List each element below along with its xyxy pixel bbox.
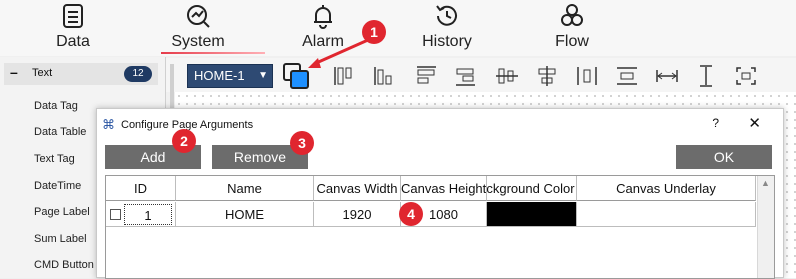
same-height-button[interactable] [693, 64, 719, 88]
dialog-titlebar: ⌘ Configure Page Arguments ? ✕ [97, 109, 783, 141]
align-right-button[interactable] [453, 64, 479, 88]
close-button[interactable]: ✕ [748, 114, 761, 132]
same-height-icon [700, 65, 712, 87]
page-arguments-table: ID Name Canvas Width Canvas Height Backg… [105, 175, 775, 279]
chevron-down-icon: ▼ [258, 70, 268, 81]
scroll-up-icon[interactable]: ▲ [761, 178, 770, 188]
tab-label: Data [56, 33, 90, 50]
tab-label: System [171, 33, 225, 50]
callout-4: 4 [399, 202, 423, 226]
callout-2: 2 [172, 129, 196, 153]
callout-1: 1 [362, 20, 386, 44]
help-button[interactable]: ? [712, 116, 719, 130]
row-checkbox[interactable] [110, 209, 121, 220]
bell-icon [314, 5, 332, 29]
same-size-button[interactable] [733, 64, 759, 88]
configure-page-dialog: ⌘ Configure Page Arguments ? ✕ Add Remov… [96, 108, 784, 279]
row-id-cell[interactable]: 1 [106, 202, 176, 227]
page-select[interactable]: HOME-1 ▼ [187, 64, 273, 88]
align-center-h-icon [538, 66, 556, 86]
distribute-v-icon [617, 67, 637, 85]
callout-arrow [308, 38, 369, 68]
callout-3: 3 [290, 131, 314, 155]
sidebar-item-datetime[interactable]: DateTime [34, 180, 81, 192]
row-background-color-cell[interactable] [487, 202, 577, 227]
tab-label: Flow [555, 33, 589, 50]
column-header-canvas-height[interactable]: Canvas Height [401, 176, 487, 201]
tab-data[interactable]: Data [18, 2, 128, 51]
toolbar-divider [170, 64, 174, 112]
sidebar-item-page-label[interactable]: Page Label [34, 206, 90, 218]
row-underlay-cell[interactable] [577, 202, 756, 227]
history-icon [436, 5, 457, 26]
sidebar-item-data-tag[interactable]: Data Tag [34, 100, 78, 112]
distribute-h-icon [577, 67, 597, 85]
sidebar-group-text[interactable]: – Text 12 [4, 63, 158, 85]
tab-flow[interactable]: Flow [517, 2, 627, 51]
align-center-v-button[interactable] [494, 64, 520, 88]
sidebar-item-sum-label[interactable]: Sum Label [34, 233, 87, 245]
same-width-icon [656, 70, 678, 82]
align-left-icon [417, 66, 436, 84]
row-width-cell[interactable]: 1920 [314, 202, 401, 227]
align-center-v-icon [496, 68, 518, 84]
data-icon [63, 4, 83, 28]
tab-system[interactable]: System [143, 2, 265, 54]
ok-button[interactable]: OK [676, 145, 772, 169]
count-badge: 12 [124, 66, 152, 82]
column-header-canvas-underlay[interactable]: Canvas Underlay [577, 176, 756, 201]
align-right-icon [456, 68, 475, 86]
sidebar-group-label: Text [32, 67, 53, 79]
sidebar-item-cmd-button[interactable]: CMD Button [34, 259, 94, 271]
page-select-value: HOME-1 [194, 68, 245, 83]
sidebar-item-text-tag[interactable]: Text Tag [34, 153, 75, 165]
top-navigation: Data System Alarm History Flow [0, 0, 796, 56]
distribute-v-button[interactable] [614, 64, 640, 88]
align-center-h-button[interactable] [534, 64, 560, 88]
distribute-h-button[interactable] [574, 64, 600, 88]
column-header-id[interactable]: ID [106, 176, 176, 201]
column-header-canvas-width[interactable]: Canvas Width [314, 176, 401, 201]
command-icon: ⌘ [102, 117, 115, 132]
column-header-background-color[interactable]: Background Color [487, 176, 577, 201]
tab-label: History [422, 33, 472, 50]
same-width-button[interactable] [654, 64, 680, 88]
row-name-cell[interactable]: HOME [176, 202, 314, 227]
row-id-value: 1 [124, 204, 172, 225]
tab-history[interactable]: History [392, 2, 502, 51]
same-size-icon [736, 67, 756, 85]
vertical-scrollbar[interactable]: ▲ [757, 176, 774, 278]
system-icon [187, 5, 210, 28]
flow-icon [561, 4, 583, 26]
column-header-name[interactable]: Name [176, 176, 314, 201]
sidebar-item-data-table[interactable]: Data Table [34, 126, 86, 138]
align-left-button[interactable] [414, 64, 440, 88]
collapse-icon[interactable]: – [10, 64, 18, 80]
